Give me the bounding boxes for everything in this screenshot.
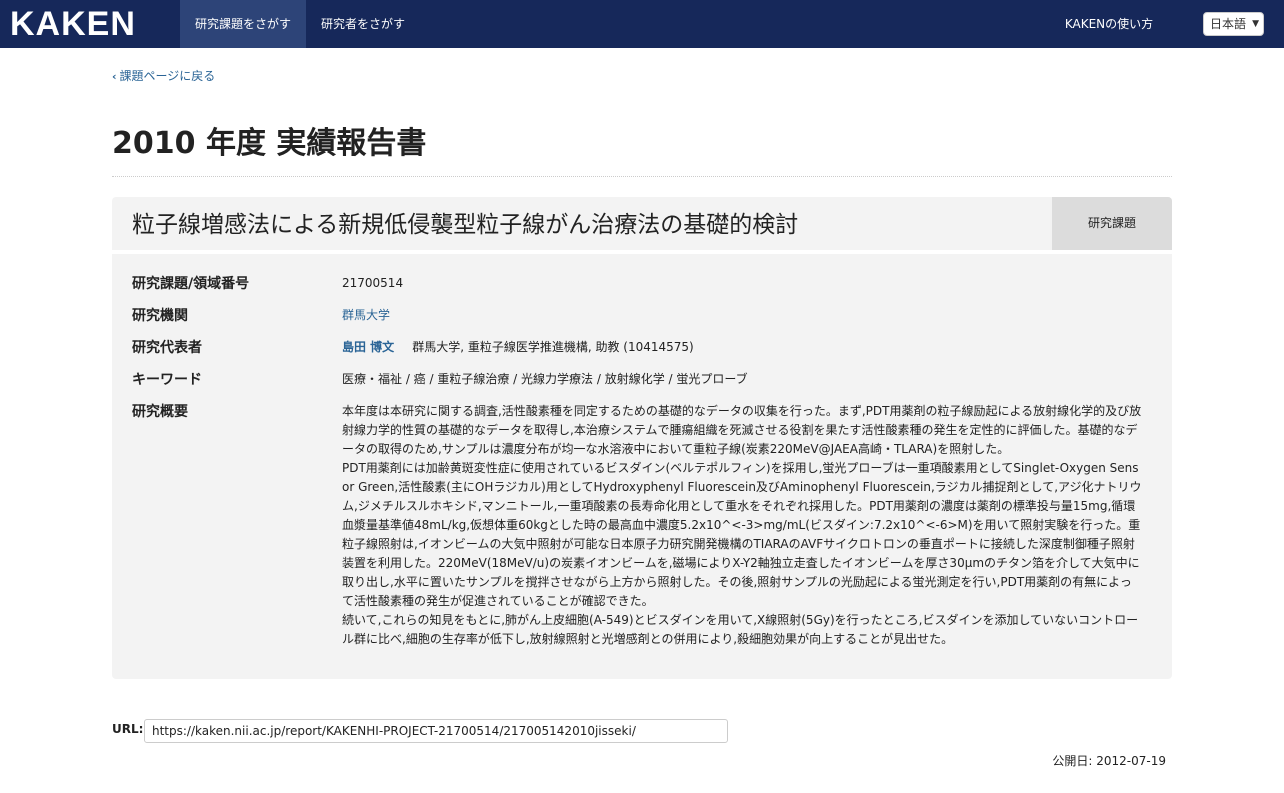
- project-header: 粒子線増感法による新規低侵襲型粒子線がん治療法の基礎的検討 研究課題: [112, 197, 1172, 250]
- summary-paragraph: 本年度は本研究に関する調査,活性酸素種を同定するための基礎的なデータの収集を行っ…: [342, 404, 1142, 456]
- back-to-project-link[interactable]: ‹ 課題ページに戻る: [112, 67, 215, 85]
- summary-paragraph: PDT用薬剤には加齢黄斑変性症に使用されているビスダイン(ベルテポルフィン)を採…: [342, 461, 1142, 608]
- institution-label: 研究機関: [132, 308, 188, 324]
- pi-name-link[interactable]: 島田 博文: [342, 340, 394, 354]
- project-number-value: 21700514: [342, 276, 404, 290]
- keywords-value: 医療・福祉 / 癌 / 重粒子線治療 / 光線力学療法 / 放射線化学 / 蛍光…: [342, 372, 748, 386]
- pi-value: 島田 博文 群馬大学, 重粒子線医学推進機構, 助教 (10414575): [342, 338, 694, 356]
- summary-paragraph: 続いて,これらの知見をもとに,肺がん上皮細胞(A-549)とビスダインを用いて,…: [342, 613, 1139, 646]
- report-url-field[interactable]: https://kaken.nii.ac.jp/report/KAKENHI-P…: [144, 719, 728, 743]
- language-select-value: 日本語: [1210, 17, 1247, 31]
- pi-label: 研究代表者: [132, 340, 202, 356]
- top-navbar: KAKEN 研究課題をさがす 研究者をさがす KAKENの使い方 日本語 ▼: [0, 0, 1284, 48]
- summary-label: 研究概要: [132, 404, 188, 420]
- project-details-panel: 研究課題/領域番号 21700514 研究機関 群馬大学 研究代表者 島田 博文…: [112, 254, 1172, 679]
- institution-link[interactable]: 群馬大学: [342, 306, 390, 324]
- kaken-logo[interactable]: KAKEN: [10, 6, 136, 42]
- project-title: 粒子線増感法による新規低侵襲型粒子線がん治療法の基礎的検討: [132, 212, 799, 238]
- language-select[interactable]: 日本語 ▼: [1203, 12, 1264, 36]
- keywords-label: キーワード: [132, 372, 202, 388]
- published-date: 公開日: 2012-07-19: [1052, 754, 1166, 768]
- summary-text: 本年度は本研究に関する調査,活性酸素種を同定するための基礎的なデータの収集を行っ…: [342, 402, 1142, 649]
- help-link[interactable]: KAKENの使い方: [1050, 0, 1168, 48]
- project-type-badge: 研究課題: [1052, 197, 1172, 250]
- title-divider: [112, 176, 1172, 177]
- tab-search-researchers[interactable]: 研究者をさがす: [306, 0, 420, 48]
- chevron-left-icon: ‹: [112, 70, 117, 83]
- page-title: 2010 年度 実績報告書: [112, 126, 427, 161]
- back-link-label: 課題ページに戻る: [119, 69, 216, 83]
- project-number-label: 研究課題/領域番号: [132, 276, 250, 292]
- url-label: URL:: [112, 722, 144, 736]
- tab-search-projects[interactable]: 研究課題をさがす: [180, 0, 306, 48]
- chevron-down-icon: ▼: [1252, 19, 1259, 29]
- pi-affiliation: 群馬大学, 重粒子線医学推進機構, 助教 (10414575): [412, 340, 694, 354]
